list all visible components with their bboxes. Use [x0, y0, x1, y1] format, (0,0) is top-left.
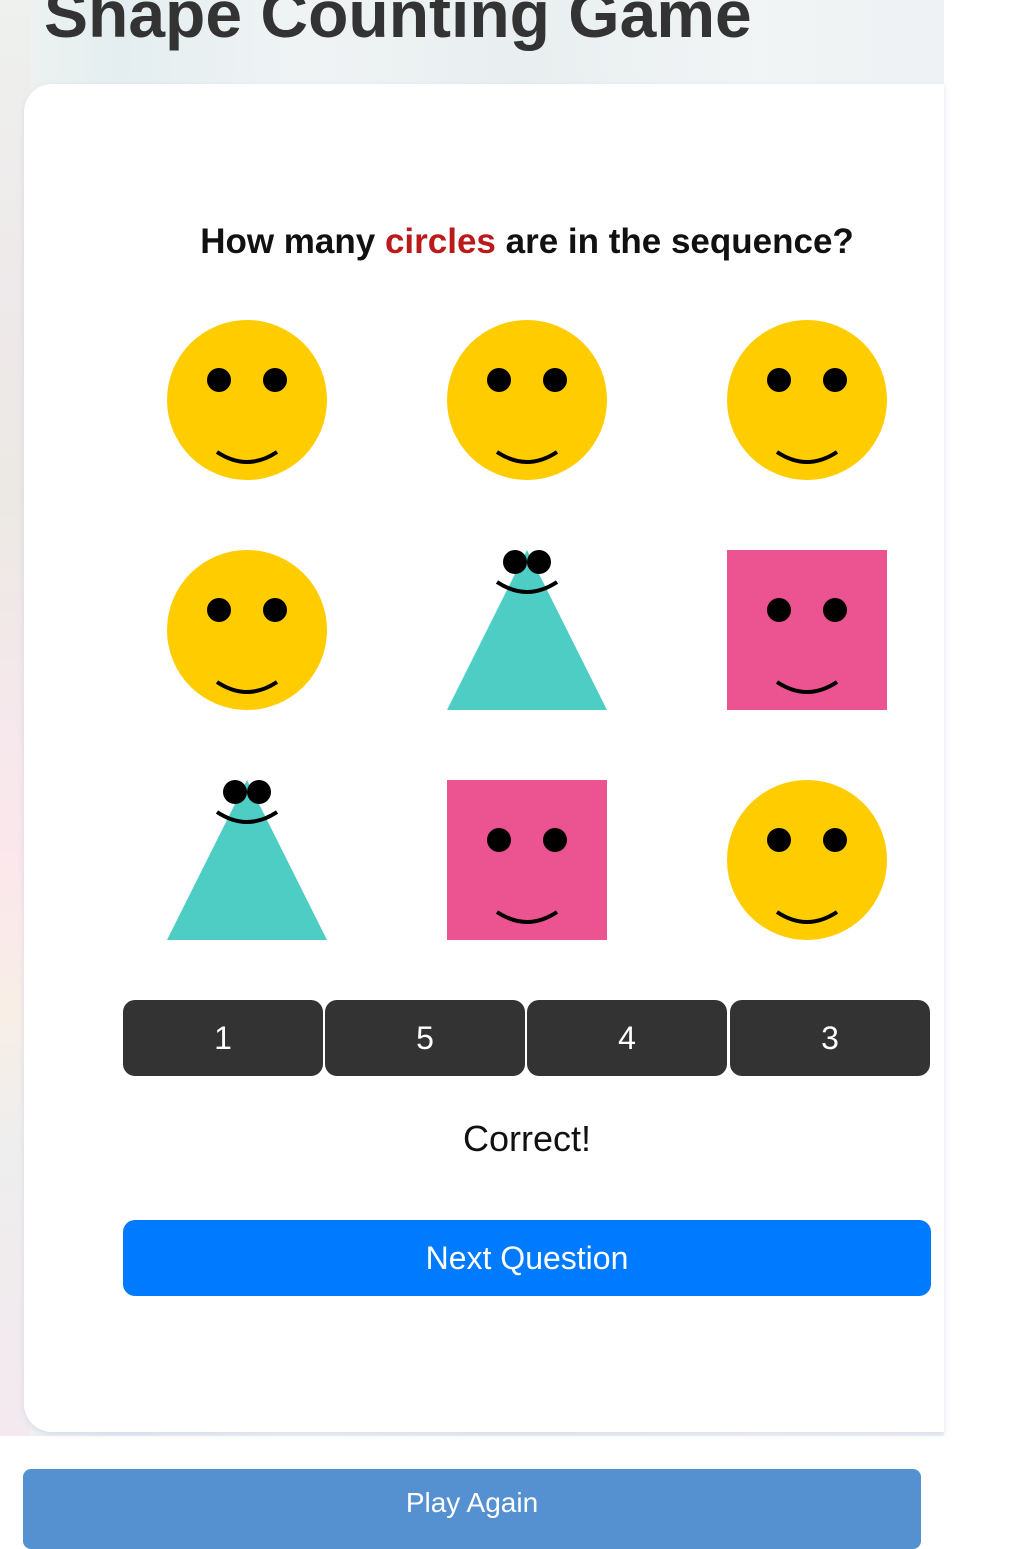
answer-button-1[interactable]: 1 — [123, 1000, 323, 1076]
page-title: Shape Counting Game — [44, 0, 752, 51]
shape-circle — [727, 780, 887, 940]
square-smiley-icon — [727, 550, 887, 710]
shape-circle — [167, 550, 327, 710]
shape-square — [727, 550, 887, 710]
answer-button-2[interactable]: 5 — [325, 1000, 525, 1076]
answer-button-4[interactable]: 3 — [730, 1000, 930, 1076]
circle-smiley-icon — [167, 550, 327, 710]
circle-smiley-icon — [167, 320, 327, 480]
circle-smiley-icon — [727, 320, 887, 480]
game-card: How many circles are in the sequence? 1 … — [24, 84, 944, 1432]
square-smiley-icon — [447, 780, 607, 940]
triangle-smiley-icon — [447, 550, 607, 710]
question-prefix: How many — [200, 222, 385, 261]
question-text: How many circles are in the sequence? — [24, 222, 1030, 262]
shape-circle — [167, 320, 327, 480]
answer-button-3[interactable]: 4 — [527, 1000, 727, 1076]
circle-smiley-icon — [447, 320, 607, 480]
shape-triangle — [447, 550, 607, 710]
question-target-shape: circles — [384, 222, 496, 261]
answer-options: 1 5 4 3 — [123, 1000, 931, 1076]
question-suffix: are in the sequence? — [495, 222, 854, 261]
circle-smiley-icon — [727, 780, 887, 940]
play-again-button[interactable]: Play Again — [23, 1469, 921, 1549]
shape-square — [447, 780, 607, 940]
next-question-button[interactable]: Next Question — [123, 1220, 931, 1296]
shape-circle — [447, 320, 607, 480]
shape-grid — [167, 320, 887, 940]
triangle-smiley-icon — [167, 780, 327, 940]
shape-triangle — [167, 780, 327, 940]
feedback-message: Correct! — [462, 1118, 592, 1159]
shape-circle — [727, 320, 887, 480]
